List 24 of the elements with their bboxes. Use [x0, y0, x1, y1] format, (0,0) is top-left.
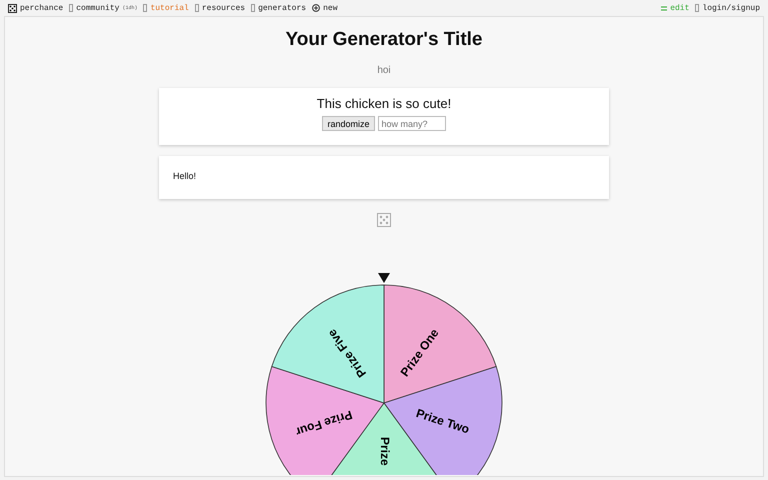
output-text: This chicken is so cute!: [316, 96, 452, 111]
slice-label: Prize: [378, 437, 392, 466]
box-icon: [69, 4, 74, 12]
box-icon: [695, 4, 700, 12]
nav-link[interactable]: generators: [258, 4, 306, 12]
box-icon: [251, 4, 256, 12]
box-icon: [194, 4, 199, 12]
box-icon: [143, 4, 148, 12]
slice-label: Prize Four: [294, 408, 354, 440]
plus-circle-icon: [312, 4, 320, 12]
dice-icon: [377, 213, 391, 227]
nav-link[interactable]: new: [323, 4, 338, 12]
nav-link[interactable]: perchance: [20, 4, 64, 12]
nav-link[interactable]: resources: [202, 4, 246, 12]
note-text: Hello!: [173, 171, 196, 181]
count-field[interactable]: how many?: [378, 116, 446, 131]
subtitle: hoi: [377, 65, 391, 76]
page-title: Your Generator's Title: [285, 29, 483, 51]
pointer-icon: [378, 273, 390, 283]
slice-label: Prize Two: [414, 406, 472, 436]
nav-link[interactable]: community: [76, 4, 120, 12]
randomize-button[interactable]: randomize: [322, 116, 375, 131]
nav-link[interactable]: login/signup: [702, 4, 760, 12]
dice-icon: [8, 4, 17, 12]
